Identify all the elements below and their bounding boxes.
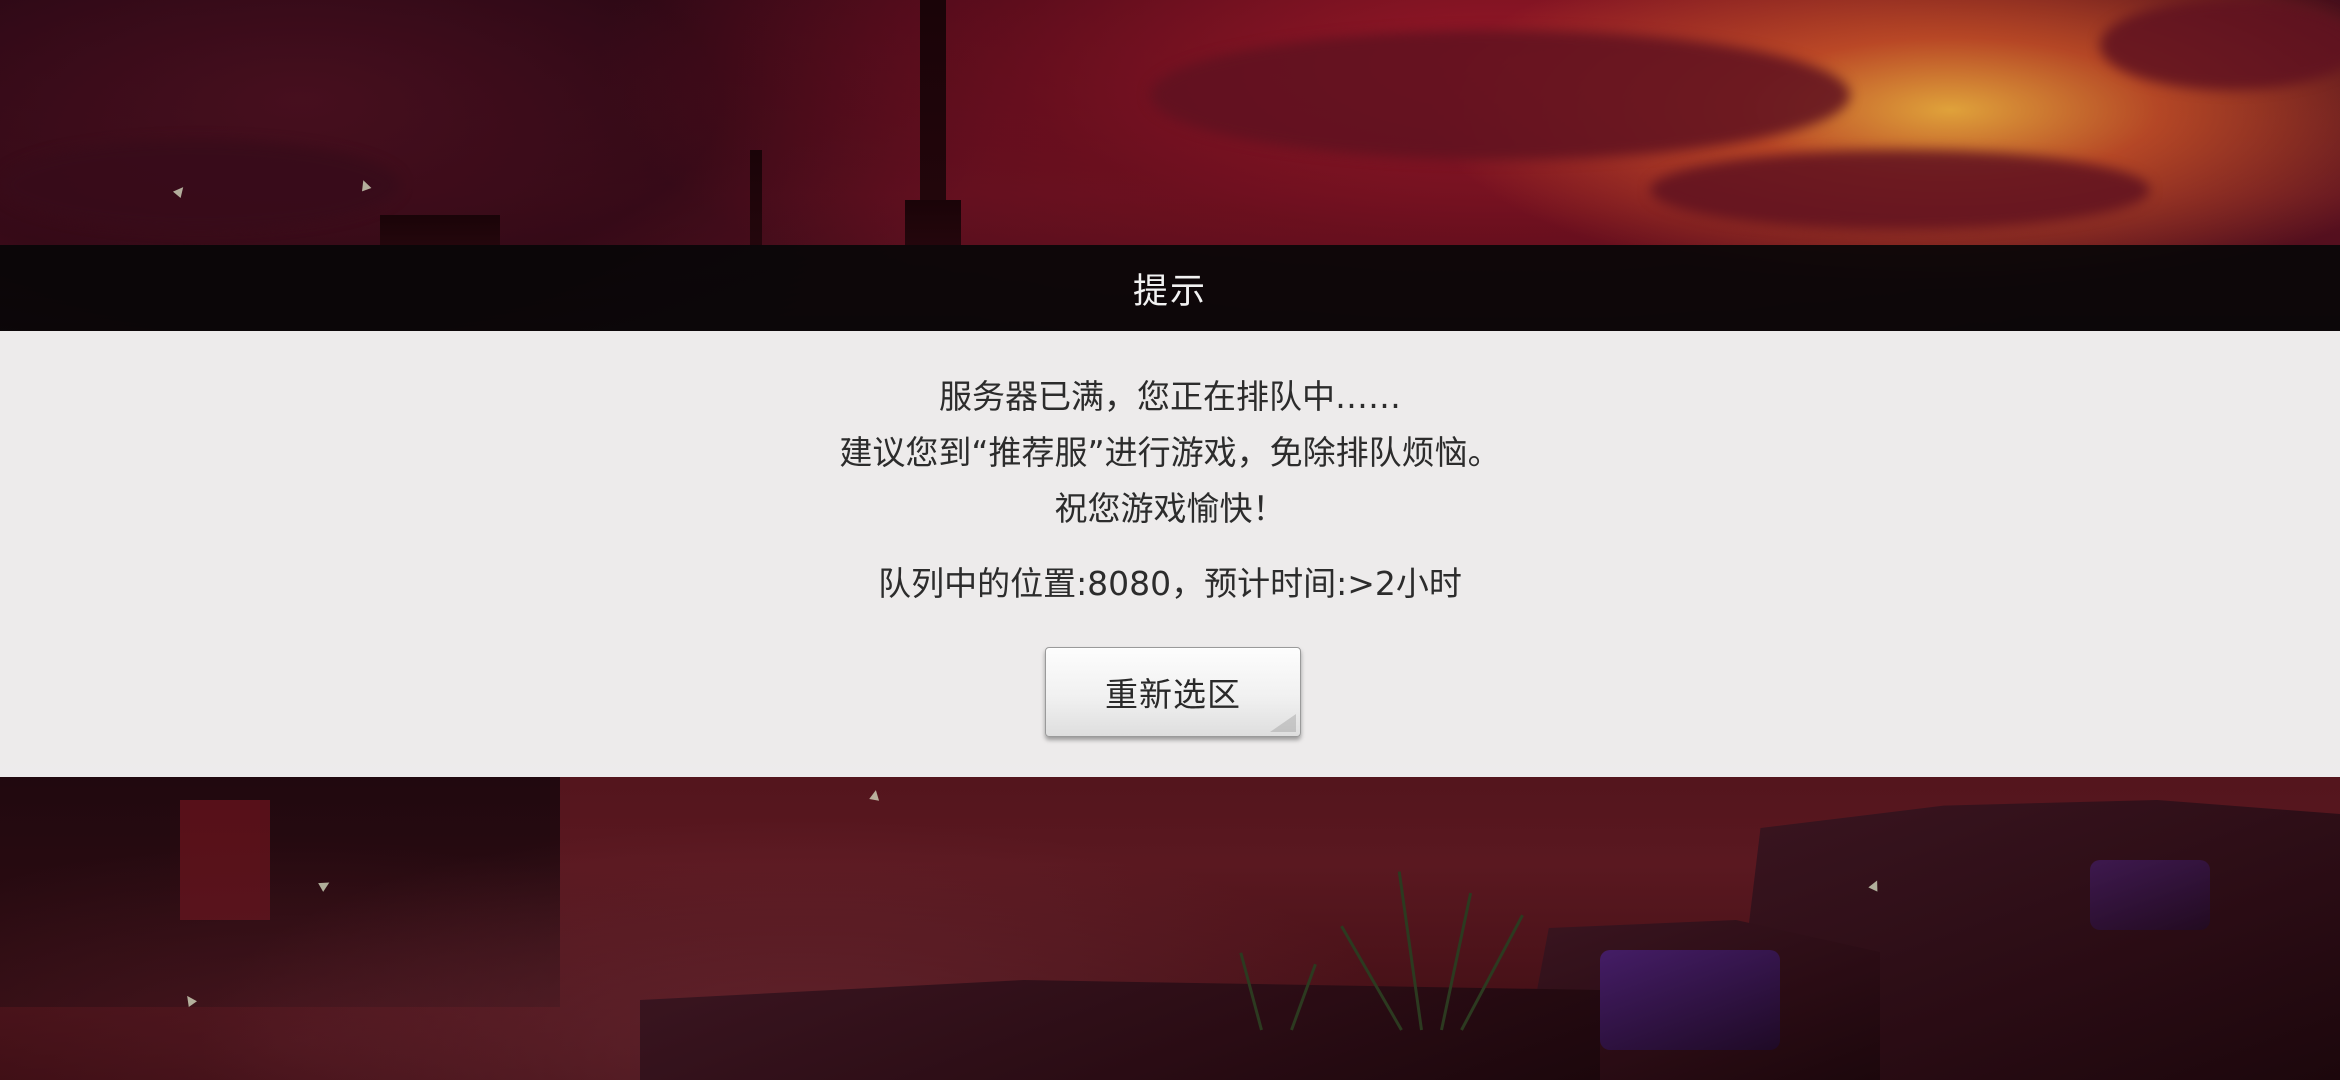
reselect-server-button[interactable]: 重新选区	[1045, 647, 1301, 737]
greeting-message: 祝您游戏愉快！	[1054, 489, 1286, 528]
dialog-body: 服务器已满，您正在排队中…… 建议您到“推荐服”进行游戏，免除排队烦恼。 祝您游…	[0, 331, 2340, 777]
server-full-message: 服务器已满，您正在排队中……	[939, 377, 1401, 416]
rock-ledge	[640, 980, 1600, 1080]
ember-particle	[869, 789, 881, 801]
antenna	[750, 150, 762, 245]
cloud	[2100, 0, 2340, 90]
dialog-title: 提示	[1132, 271, 1207, 312]
cloud	[1150, 30, 1850, 160]
radio-tower-base	[905, 200, 961, 245]
queue-status: 队列中的位置:8080，预计时间:>2小时	[878, 564, 1462, 603]
crystal-rock	[2090, 860, 2210, 930]
crystal-rock	[1600, 950, 1780, 1050]
dialog-header: 提示	[0, 245, 2340, 331]
cloud	[0, 140, 400, 230]
reselect-server-label: 重新选区	[1105, 675, 1241, 714]
recommend-server-message: 建议您到“推荐服”进行游戏，免除排队烦恼。	[839, 433, 1501, 472]
cloud	[1650, 150, 2150, 230]
building-silhouette	[380, 215, 500, 245]
